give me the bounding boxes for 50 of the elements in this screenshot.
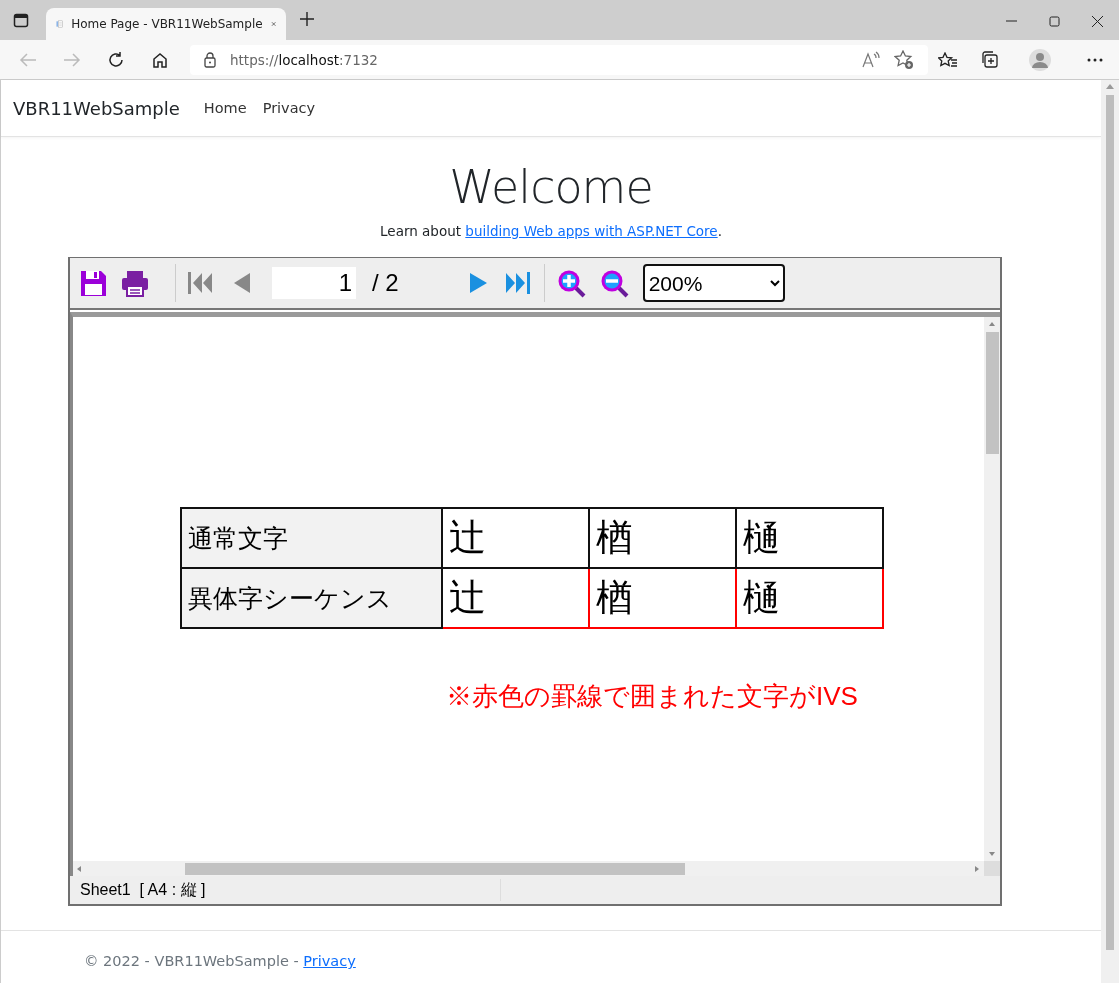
favorite-add-icon[interactable] <box>894 49 914 70</box>
save-icon[interactable] <box>80 269 107 297</box>
tab-title: Home Page - VBR11WebSample <box>71 17 263 31</box>
previous-page-icon[interactable] <box>232 271 250 295</box>
page-scrollbar[interactable] <box>1101 80 1119 983</box>
row-label-cell: 異体字シーケンス <box>181 568 442 628</box>
character-cell: 樋 <box>736 508 883 568</box>
zoom-dropdown[interactable]: 200% <box>642 264 785 302</box>
address-bar[interactable]: https://localhost:7132 <box>190 44 928 75</box>
sheet-status: Sheet1 [ A4 : 縦 ] <box>70 879 501 901</box>
page-number-field[interactable]: 1 <box>272 267 356 299</box>
horizontal-scrollbar[interactable] <box>73 861 984 876</box>
profile-avatar-icon[interactable] <box>1029 48 1051 71</box>
refresh-icon[interactable] <box>107 50 125 69</box>
footer-text: © 2022 - VBR11WebSample - Privacy <box>84 953 357 969</box>
new-tab-icon[interactable] <box>300 11 314 26</box>
maximize-icon[interactable] <box>1049 16 1060 27</box>
intro-text: Learn about building Web apps with ASP.NET Core. <box>380 223 722 239</box>
next-page-icon[interactable] <box>468 271 488 295</box>
zoom-out-icon[interactable] <box>599 268 629 298</box>
last-page-icon[interactable] <box>505 271 530 295</box>
more-icon[interactable] <box>1087 57 1103 62</box>
read-aloud-icon[interactable] <box>862 50 880 69</box>
nav-link[interactable]: Home <box>203 100 247 116</box>
collections-icon[interactable] <box>980 50 999 69</box>
zoom-in-icon[interactable] <box>556 268 586 298</box>
first-page-icon[interactable] <box>188 271 212 295</box>
close-icon[interactable] <box>1092 16 1103 27</box>
browser-tab[interactable]: Home Page - VBR11WebSample <box>46 8 286 40</box>
vertical-scrollbar[interactable] <box>984 317 1000 861</box>
footer-privacy-link[interactable]: Privacy <box>303 953 356 969</box>
ivs-note: ※赤色の罫線で囲まれた文字がIVS <box>446 680 859 713</box>
character-cell: 辻 <box>442 508 589 568</box>
sidebar-icon[interactable] <box>13 12 29 28</box>
nav-link[interactable]: Privacy <box>262 100 316 116</box>
home-icon[interactable] <box>151 50 169 69</box>
character-cell: 辻 <box>442 568 589 628</box>
page-heading: Welcome <box>449 159 653 215</box>
site-brand[interactable]: VBR11WebSample <box>13 97 180 119</box>
url-text: https://localhost:7132 <box>230 51 379 68</box>
character-cell: 樋 <box>736 568 883 628</box>
lock-icon <box>204 51 216 68</box>
intro-link[interactable]: building Web apps with ASP.NET Core <box>465 223 718 239</box>
row-label-cell: 通常文字 <box>181 508 442 568</box>
character-cell: 楢 <box>589 508 736 568</box>
page-total: / 2 <box>372 269 399 297</box>
print-icon[interactable] <box>121 269 149 297</box>
character-cell: 楢 <box>589 568 736 628</box>
favorites-icon[interactable] <box>938 51 958 68</box>
scrollbar-corner <box>984 861 1000 876</box>
